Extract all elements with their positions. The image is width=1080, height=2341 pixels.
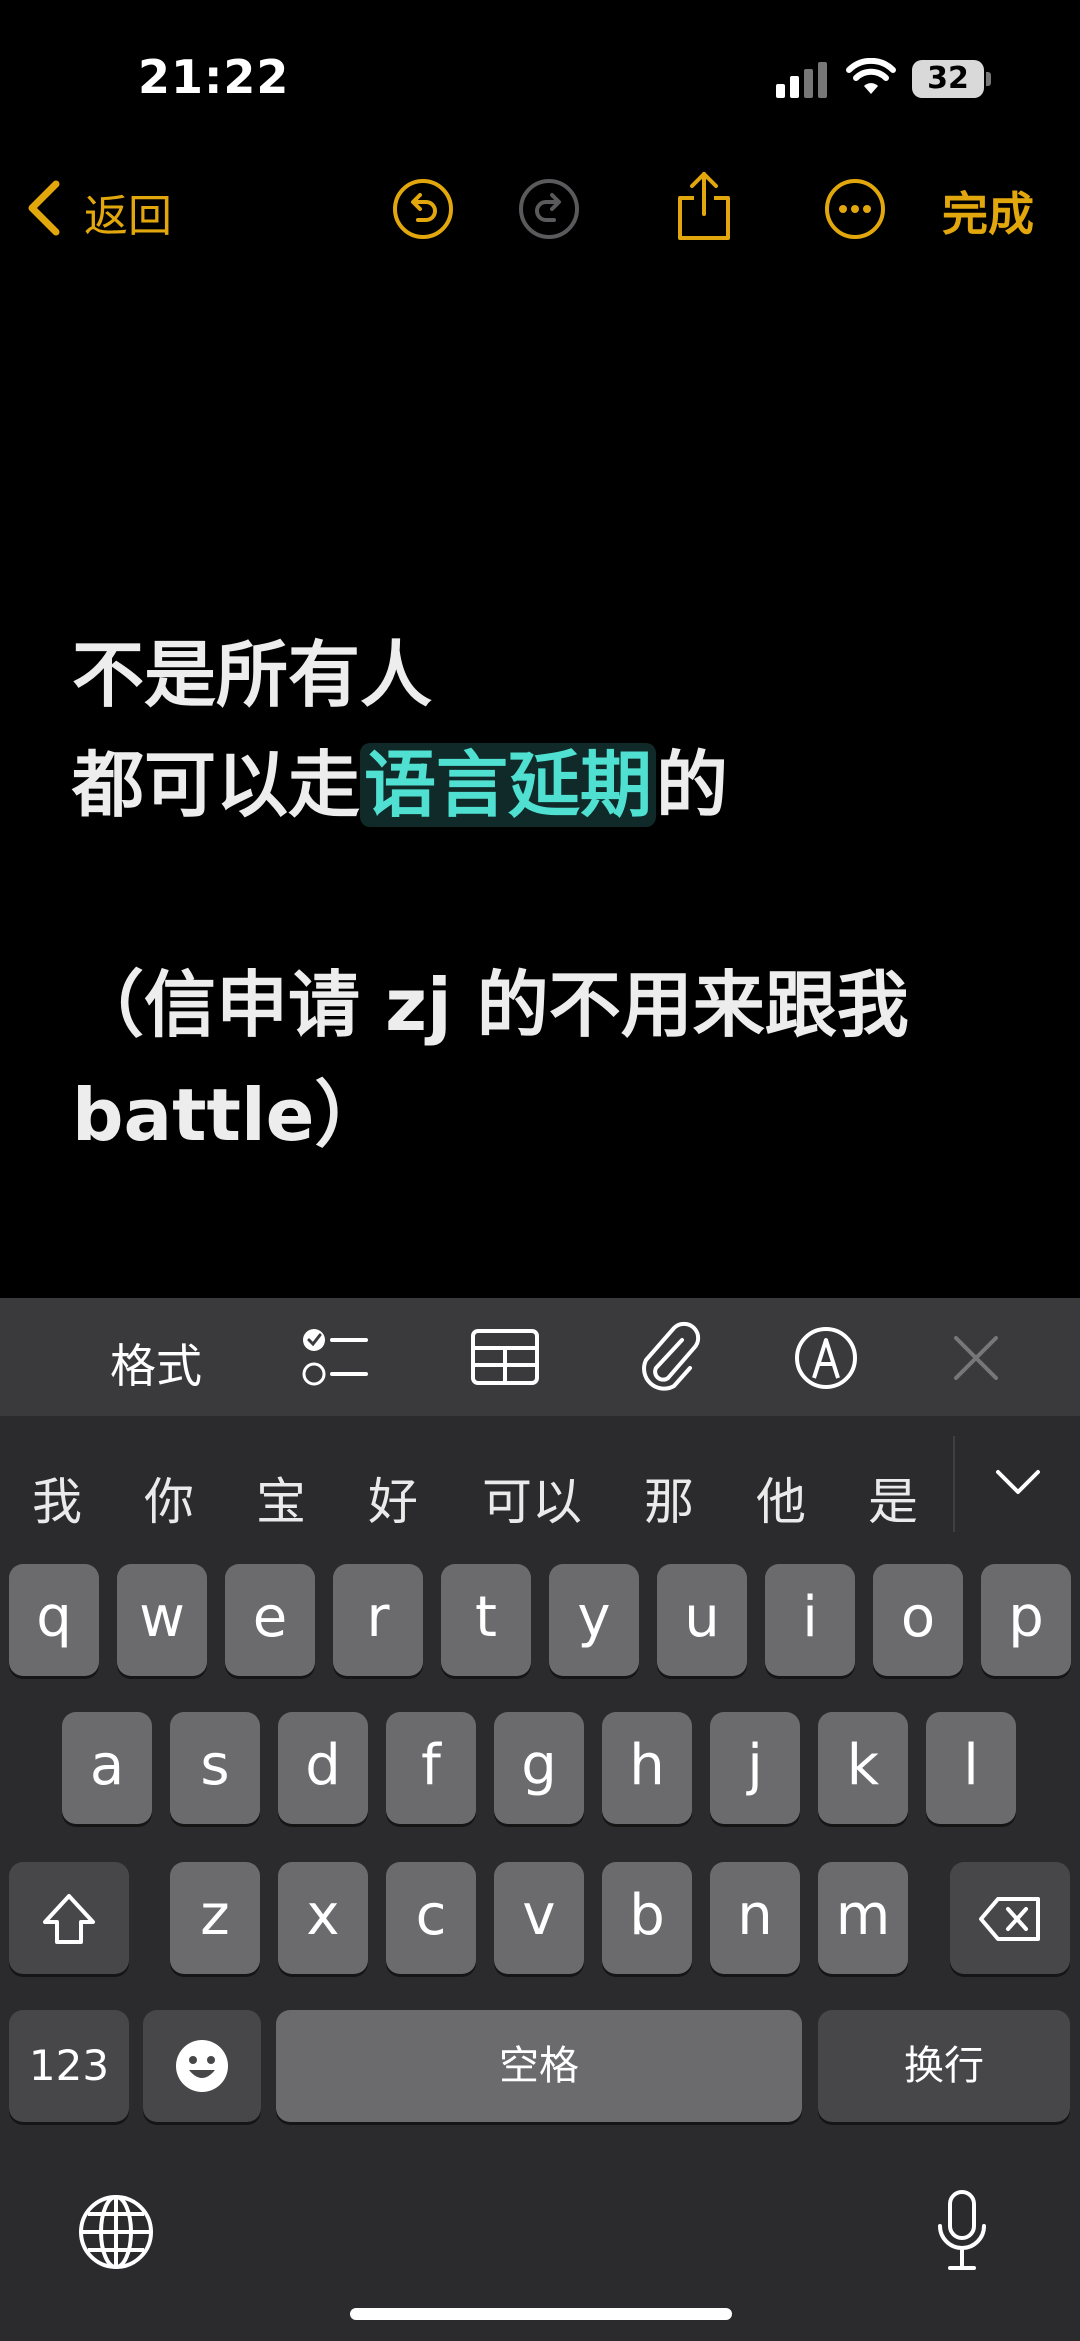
undo-icon[interactable] (392, 178, 454, 240)
note-blank-line (72, 840, 972, 950)
key-r[interactable]: r (333, 1564, 423, 1676)
key-j[interactable]: j (710, 1712, 800, 1824)
home-indicator (350, 2308, 732, 2320)
key-d[interactable]: d (278, 1712, 368, 1824)
format-button[interactable]: 格式 (110, 1330, 202, 1396)
back-label: 返回 (84, 191, 172, 242)
signal-icon (776, 62, 827, 98)
key-l[interactable]: l (926, 1712, 1016, 1824)
key-v[interactable]: v (494, 1862, 584, 1974)
chevron-down-icon[interactable] (994, 1468, 1042, 1498)
key-c[interactable]: c (386, 1862, 476, 1974)
battery-indicator: 32 (912, 60, 984, 98)
share-icon[interactable] (674, 168, 734, 242)
emoji-key[interactable] (143, 2010, 261, 2122)
candidate-item[interactable]: 是 (868, 1462, 918, 1534)
key-f[interactable]: f (386, 1712, 476, 1824)
candidate-item[interactable]: 好 (368, 1462, 418, 1534)
key-o[interactable]: o (873, 1564, 963, 1676)
candidate-item[interactable]: 可以 (482, 1462, 582, 1534)
key-p[interactable]: p (981, 1564, 1071, 1676)
candidate-item[interactable]: 宝 (256, 1462, 306, 1534)
note-line-1: 不是所有人 (72, 633, 433, 717)
redo-icon[interactable] (518, 178, 580, 240)
key-u[interactable]: u (657, 1564, 747, 1676)
close-format-icon[interactable] (952, 1334, 1000, 1382)
highlighted-text: 语言延期 (360, 743, 657, 827)
chevron-left-icon (28, 180, 60, 236)
note-line-2: 都可以走语言延期的 (72, 730, 972, 840)
key-z[interactable]: z (170, 1862, 260, 1974)
key-s[interactable]: s (170, 1712, 260, 1824)
shift-key[interactable] (9, 1862, 129, 1974)
done-button[interactable]: 完成 (942, 178, 1034, 244)
key-y[interactable]: y (549, 1564, 639, 1676)
note-line-3: （信申请 zj 的不用来跟我 (72, 963, 909, 1047)
note-line-4: battle） (72, 1073, 387, 1157)
key-m[interactable]: m (818, 1862, 908, 1974)
note-line-2-suffix: 的 (656, 743, 729, 827)
wifi-icon (846, 58, 896, 94)
key-k[interactable]: k (818, 1712, 908, 1824)
checklist-icon[interactable] (300, 1324, 370, 1390)
table-icon[interactable] (470, 1328, 540, 1386)
battery-nub (986, 72, 991, 86)
status-time: 21:22 (138, 50, 290, 104)
key-g[interactable]: g (494, 1712, 584, 1824)
key-t[interactable]: t (441, 1564, 531, 1676)
microphone-icon[interactable] (934, 2188, 990, 2272)
emoji-icon (176, 2040, 228, 2092)
candidate-item[interactable]: 他 (756, 1462, 806, 1534)
key-a[interactable]: a (62, 1712, 152, 1824)
key-h[interactable]: h (602, 1712, 692, 1824)
backspace-icon (979, 1897, 1040, 1941)
candidate-divider (953, 1436, 955, 1532)
globe-icon[interactable] (78, 2194, 154, 2270)
shift-icon (43, 1894, 95, 1944)
markup-pen-icon[interactable] (794, 1326, 858, 1390)
candidate-item[interactable]: 我 (32, 1462, 82, 1534)
candidate-item[interactable]: 你 (144, 1462, 194, 1534)
delete-key[interactable] (950, 1862, 1070, 1974)
candidate-item[interactable]: 那 (644, 1462, 694, 1534)
numbers-key[interactable]: 123 (9, 2010, 129, 2122)
note-body[interactable]: 不是所有人 都可以走语言延期的 （信申请 zj 的不用来跟我 battle） (72, 620, 972, 1170)
key-w[interactable]: w (117, 1564, 207, 1676)
key-b[interactable]: b (602, 1862, 692, 1974)
key-q[interactable]: q (9, 1564, 99, 1676)
attachment-icon[interactable] (636, 1320, 702, 1394)
key-n[interactable]: n (710, 1862, 800, 1974)
key-x[interactable]: x (278, 1862, 368, 1974)
key-e[interactable]: e (225, 1564, 315, 1676)
space-key[interactable]: 空格 (276, 2010, 802, 2122)
return-key[interactable]: 换行 (818, 2010, 1070, 2122)
more-options-icon[interactable] (824, 178, 886, 240)
note-line-2-prefix: 都可以走 (72, 743, 361, 827)
key-i[interactable]: i (765, 1564, 855, 1676)
back-button[interactable]: 返回 (20, 168, 190, 248)
